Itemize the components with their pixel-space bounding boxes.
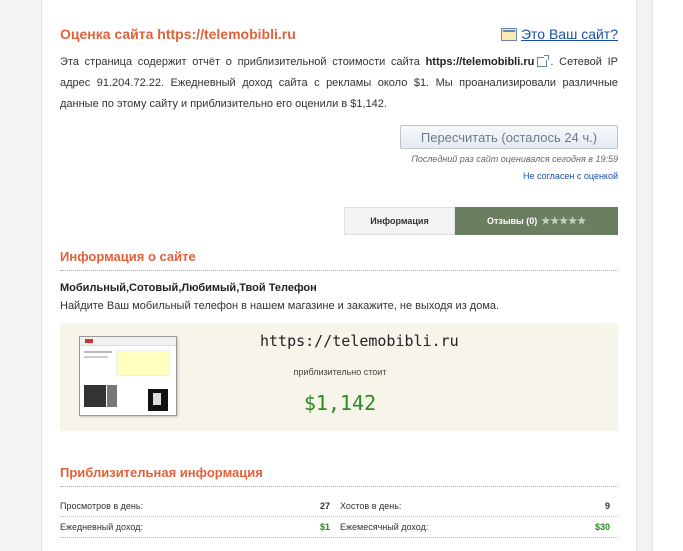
summary-text-1: Эта страница содержит отчёт о приблизите… [60, 56, 426, 68]
tab-info[interactable]: Информация [344, 207, 455, 235]
valuation-value: $1,142 [303, 391, 377, 415]
daily-income-label: Ежедневный доход: [60, 522, 143, 532]
owner-link[interactable]: Это Ваш сайт? [521, 26, 618, 42]
disagree-link[interactable]: Не согласен с оценкой [523, 171, 618, 181]
tab-reviews-label: Отзывы (0) [486, 216, 538, 226]
valuation-card: https://telemobibli.ru приблизительно ст… [60, 323, 618, 431]
window-icon [500, 27, 517, 41]
summary-site-url: https://telemobibli.ru [425, 56, 535, 68]
tabs: Информация Отзывы (0) ★★★★★ [344, 207, 618, 235]
site-title: Мобильный,Сотовый,Любимый,Твой Телефон [60, 282, 317, 294]
site-summary: Эта страница содержит отчёт о приблизите… [60, 52, 618, 115]
stats-row: Ежедневный доход: $1 Ежемесячный доход: … [60, 517, 618, 538]
site-info-heading: Информация о сайте [60, 249, 618, 271]
monthly-income-label: Ежемесячный доход: [340, 522, 429, 532]
page-title: Оценка сайта https://telemobibli.ru [60, 26, 296, 42]
stats-table: Просмотров в день: 27 Хостов в день: 9 Е… [60, 496, 618, 538]
valuation-label: приблизительно стоит [293, 367, 387, 377]
monthly-income-value: $30 [594, 522, 610, 532]
site-thumbnail[interactable] [79, 336, 177, 416]
approx-heading: Приблизительная информация [60, 465, 618, 487]
last-evaluated-text: Последний раз сайт оценивался сегодня в … [411, 154, 618, 164]
rating-stars: ★★★★★ [541, 215, 587, 227]
recalculate-button[interactable]: Пересчитать (осталось 24 ч.) [400, 125, 618, 149]
right-side-panel [652, 0, 683, 551]
stats-row: Просмотров в день: 27 Хостов в день: 9 [60, 496, 618, 517]
valuation-url: https://telemobibli.ru [260, 332, 459, 350]
site-description: Найдите Ваш мобильный телефон в нашем ма… [60, 300, 500, 312]
views-value: 27 [319, 501, 330, 511]
main-panel: Оценка сайта https://telemobibli.ru Это … [41, 0, 637, 551]
owner-link-group[interactable]: Это Ваш сайт? [500, 26, 618, 42]
views-label: Просмотров в день: [60, 501, 144, 511]
daily-income-value: $1 [319, 522, 330, 532]
external-link-icon[interactable] [537, 55, 550, 68]
tab-reviews[interactable]: Отзывы (0) ★★★★★ [455, 207, 618, 235]
hosts-value: 9 [604, 501, 610, 511]
hosts-label: Хостов в день: [340, 501, 402, 511]
